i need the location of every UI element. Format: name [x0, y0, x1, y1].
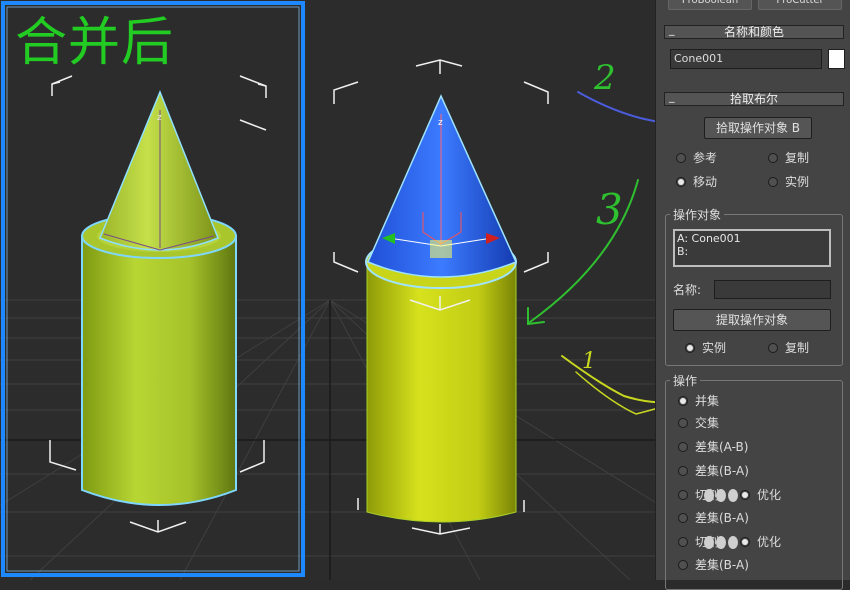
object-name-field[interactable]: Cone001 — [670, 49, 822, 69]
proboolean-button[interactable]: ProBoolean — [668, 0, 752, 10]
op-subtract-b-a-3[interactable]: 差集(B-A) — [678, 558, 749, 572]
radio-label: 实例 — [785, 175, 810, 189]
radio-dot — [768, 177, 778, 187]
radio-dot — [678, 513, 688, 523]
svg-text:z: z — [438, 118, 443, 128]
radio-extract-instance[interactable]: 实例 — [685, 341, 726, 355]
radio-copy[interactable]: 复制 — [768, 151, 809, 165]
merged-label: 合并后 — [15, 13, 175, 73]
radio-dot — [678, 560, 688, 570]
radio-dot — [678, 442, 688, 452]
radio-label: 差集(B-A) — [695, 558, 749, 572]
radio-dot — [678, 537, 688, 547]
radio-label: 优化 — [757, 535, 782, 549]
radio-dot-selected — [678, 396, 688, 406]
radio-label: 差集(B-A) — [695, 464, 749, 478]
radio-instance[interactable]: 实例 — [768, 175, 809, 189]
radio-label: 复制 — [785, 151, 810, 165]
op-subtract-b-a[interactable]: 差集(B-A) — [678, 464, 749, 478]
radio-label: 差集(A-B) — [695, 440, 749, 454]
cut-refine-option-2[interactable]: 优化 — [740, 535, 781, 549]
radio-extract-copy[interactable]: 复制 — [768, 341, 809, 355]
radio-label: 实例 — [702, 341, 727, 355]
annotation-number-3: 3 — [596, 185, 623, 234]
op-union[interactable]: 并集 — [678, 394, 719, 408]
op-subtract-a-b[interactable]: 差集(A-B) — [678, 440, 748, 454]
operand-b[interactable]: B: — [677, 245, 827, 258]
op-subtract-b-a-2[interactable]: 差集(B-A) — [678, 511, 749, 525]
svg-text:z: z — [157, 113, 162, 123]
cut-refine-option[interactable]: 优化 — [740, 488, 781, 502]
rollout-title: 名称和颜色 — [723, 25, 784, 39]
radio-dot — [768, 153, 778, 163]
radio-dot-selected — [740, 537, 750, 547]
annotation-number-1: 1 — [582, 349, 596, 374]
name-color-rollout-header[interactable]: _ 名称和颜色 — [664, 23, 844, 39]
perspective-viewport[interactable]: z z 合并后 2 3 1 — [0, 0, 655, 580]
pick-operand-b-button[interactable]: 拾取操作对象 B — [704, 117, 812, 139]
radio-label: 并集 — [695, 394, 720, 408]
radio-dot-selected — [740, 490, 750, 500]
radio-reference[interactable]: 参考 — [676, 151, 717, 165]
radio-dot — [676, 153, 686, 163]
operation-title: 操作 — [670, 372, 701, 389]
radio-dot — [678, 466, 688, 476]
operand-name-field[interactable] — [714, 280, 831, 299]
viewport-scene: z z — [0, 0, 655, 580]
operand-name-label: 名称: — [673, 283, 702, 297]
annotation-number-2: 2 — [594, 58, 616, 98]
radio-label: 优化 — [757, 488, 782, 502]
radio-dot-selected — [676, 177, 686, 187]
radio-dot-selected — [685, 343, 695, 353]
radio-dot — [678, 418, 688, 428]
operands-title: 操作对象 — [670, 206, 725, 223]
radio-label: 移动 — [693, 175, 718, 189]
radio-dot — [768, 343, 778, 353]
extract-operand-button[interactable]: 提取操作对象 — [673, 309, 831, 331]
collapse-icon: _ — [669, 90, 675, 103]
op-intersection[interactable]: 交集 — [678, 416, 719, 430]
radio-label: 复制 — [785, 341, 810, 355]
radio-label: 交集 — [695, 416, 720, 430]
rollout-title: 拾取布尔 — [729, 92, 778, 106]
command-panel: ProBoolean ProCutter _ 名称和颜色 Cone001 _ 拾… — [655, 0, 850, 590]
pick-boolean-rollout-header[interactable]: _ 拾取布尔 — [664, 90, 844, 106]
operands-list[interactable]: A: Cone001 B: — [673, 229, 831, 267]
radio-label: 参考 — [693, 151, 718, 165]
object-color-swatch[interactable] — [828, 49, 845, 69]
radio-move[interactable]: 移动 — [676, 175, 717, 189]
operand-a[interactable]: A: Cone001 — [677, 232, 827, 245]
radio-dot — [678, 490, 688, 500]
collapse-icon: _ — [669, 23, 675, 36]
procutter-button[interactable]: ProCutter — [758, 0, 842, 10]
radio-label: 差集(B-A) — [695, 511, 749, 525]
